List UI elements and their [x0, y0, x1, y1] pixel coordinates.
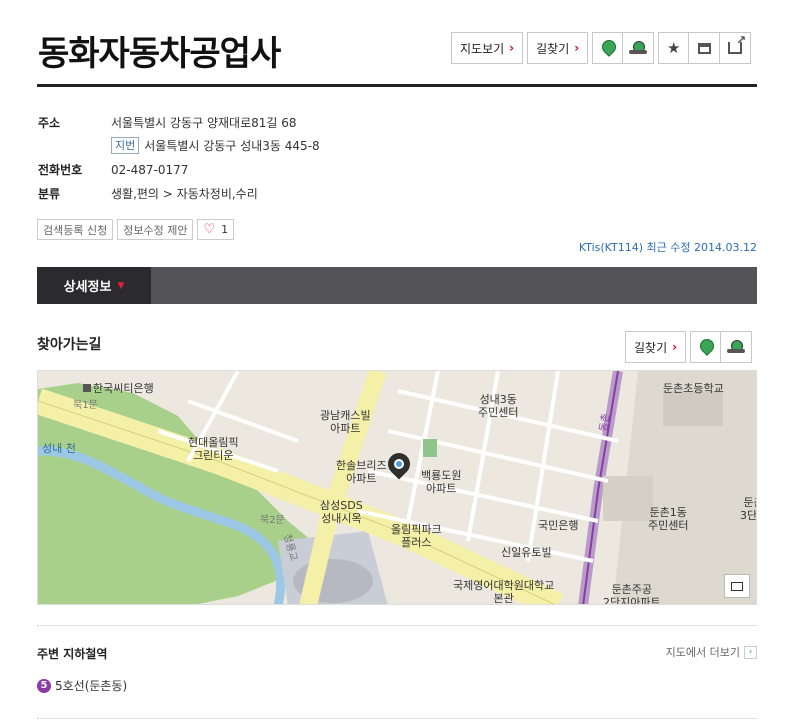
bus-stop-button-2[interactable] — [721, 331, 753, 363]
directions-toolbar: 길찾기 › — [625, 331, 756, 363]
green-pin-icon — [700, 339, 712, 355]
phone-label: 전화번호 — [38, 163, 83, 177]
map-label-north1-gate: 북1문 — [73, 400, 98, 411]
line5-badge-icon: 5 — [37, 678, 51, 693]
subway-station-name: 5호선(둔촌동) — [55, 679, 128, 693]
printer-icon — [697, 42, 711, 54]
directions-button[interactable]: 길찾기 › — [527, 32, 589, 64]
location-pin-icon[interactable] — [383, 448, 415, 487]
bus-stop-button[interactable] — [623, 32, 655, 64]
header-toolbar: 지도보기 › 길찾기 › ★ — [451, 32, 755, 64]
register-search-button[interactable]: 검색등록 신청 — [37, 219, 114, 240]
bus-stop-icon — [629, 41, 648, 55]
share-button[interactable] — [720, 32, 752, 64]
directions-button-2[interactable]: 길찾기 › — [625, 331, 687, 363]
map-label-sinil: 신일유토빌 — [501, 546, 552, 559]
green-pin-button-2[interactable] — [690, 331, 722, 363]
map-view-label: 지도보기 — [460, 41, 505, 56]
map-graphics — [38, 371, 756, 604]
share-icon — [728, 33, 746, 54]
address-road: 서울특별시 강동구 양재대로81길 68 — [111, 116, 297, 130]
bottom-divider — [37, 718, 757, 719]
map-expand-button[interactable] — [724, 574, 750, 598]
map-label-dunchon1: 둔촌1동 주민센터 — [648, 506, 689, 532]
subway-station-item[interactable]: 5 5호선(둔촌동) — [37, 677, 127, 694]
view-on-map-label: 지도에서 더보기 — [665, 646, 740, 659]
map-label-dunchon-edge: 둔촌3단지 — [740, 496, 757, 522]
map-label-north2-gate: 북2문 — [260, 515, 285, 526]
page-title: 동화자동차공업사 — [38, 34, 281, 74]
category-row: 분류 생활,편의 > 자동차정비,수리 — [38, 186, 758, 202]
chevron-right-icon: › — [672, 340, 678, 354]
green-pin-icon — [602, 40, 614, 56]
map-label-baekryong: 백룡도원 아파트 — [421, 469, 462, 495]
action-chips: 검색등록 신청 정보수정 제안 ♡ 1 — [37, 219, 238, 240]
favorite-button[interactable]: ★ — [658, 32, 690, 64]
address-label: 주소 — [38, 116, 61, 130]
map-label-kb-bank: 국민은행 — [538, 519, 579, 532]
like-count: 1 — [221, 223, 229, 236]
section-divider — [37, 625, 757, 626]
route-icon-group-2 — [690, 331, 753, 363]
title-divider — [37, 84, 757, 87]
view-on-map-link[interactable]: 지도에서 더보기 › — [666, 644, 757, 660]
tab-details-label: 상세정보 — [63, 280, 112, 295]
print-button[interactable] — [689, 32, 721, 64]
suggest-edit-button[interactable]: 정보수정 제안 — [117, 219, 194, 240]
directions-label-2: 길찾기 — [634, 340, 668, 355]
category-value: 생활,편의 > 자동차정비,수리 — [111, 187, 258, 201]
chevron-right-icon: › — [509, 41, 515, 55]
chevron-right-icon: › — [744, 645, 757, 659]
expand-icon — [731, 581, 743, 591]
route-icon-group — [592, 32, 655, 64]
green-pin-button[interactable] — [592, 32, 624, 64]
map-label-hansol: 한솔브리즈 아파트 — [336, 459, 387, 485]
nearby-subway-title: 주변 지하철역 — [37, 647, 108, 661]
caret-down-icon: ▼ — [117, 280, 125, 291]
chevron-right-icon: › — [574, 41, 580, 55]
map-view-button[interactable]: 지도보기 › — [451, 32, 524, 64]
bus-stop-icon — [727, 340, 746, 354]
location-map[interactable]: 한국씨티은행 북1문 성내 천 현대올림픽 그린티운 광남캐스빌 아파트 한솔브리즈… — [37, 370, 757, 605]
map-label-seongnae3: 성내3동 주민센터 — [478, 393, 519, 419]
tab-bar: 상세정보 ▼ — [37, 267, 757, 304]
directions-section-title: 찾아가는길 — [37, 337, 102, 353]
heart-icon: ♡ — [203, 222, 216, 237]
like-button[interactable]: ♡ 1 — [197, 219, 235, 240]
address-jibeon: 서울특별시 강동구 성내3동 445-8 — [144, 138, 320, 153]
jibeon-tag: 지번 — [111, 137, 140, 154]
map-label-olympic-park-plus: 올림픽파크 플러스 — [391, 523, 442, 549]
address-row: 주소 서울특별시 강동구 양재대로81길 68 지번 서울특별시 강동구 성내3… — [38, 115, 758, 154]
place-info: 주소 서울특별시 강동구 양재대로81길 68 지번 서울특별시 강동구 성내3… — [38, 115, 758, 210]
star-icon: ★ — [666, 39, 681, 57]
phone-number[interactable]: 02-487-0177 — [111, 162, 188, 178]
map-label-hyundai: 현대올림픽 그린티운 — [188, 436, 239, 462]
category-label: 분류 — [38, 187, 61, 201]
map-label-stream: 성내 천 — [42, 442, 76, 455]
address-values: 서울특별시 강동구 양재대로81길 68 지번 서울특별시 강동구 성내3동 4… — [111, 115, 320, 154]
util-icon-group: ★ — [658, 32, 752, 64]
address-jibeon-line: 지번 서울특별시 강동구 성내3동 445-8 — [111, 137, 320, 154]
map-label-samsung-sds: 삼성SDS 성내시옥 — [320, 499, 363, 525]
directions-label: 길찾기 — [536, 41, 570, 56]
map-label-gwangnam: 광남캐스빌 아파트 — [320, 409, 371, 435]
map-label-citibank: 한국씨티은행 — [83, 382, 154, 395]
phone-row: 전화번호 02-487-0177 — [38, 162, 758, 178]
map-label-dunchon-elementary: 둔촌초등학교 — [663, 382, 724, 395]
tab-details[interactable]: 상세정보 ▼ — [37, 267, 151, 304]
map-label-dunchon-jugong: 둔촌주공 2단지아파트 — [603, 583, 661, 605]
last-updated: KTis(KT114) 최근 수정 2014.03.12 — [578, 241, 757, 254]
map-label-graduate-school: 국제영어대학원대학교 본관 — [453, 579, 555, 605]
